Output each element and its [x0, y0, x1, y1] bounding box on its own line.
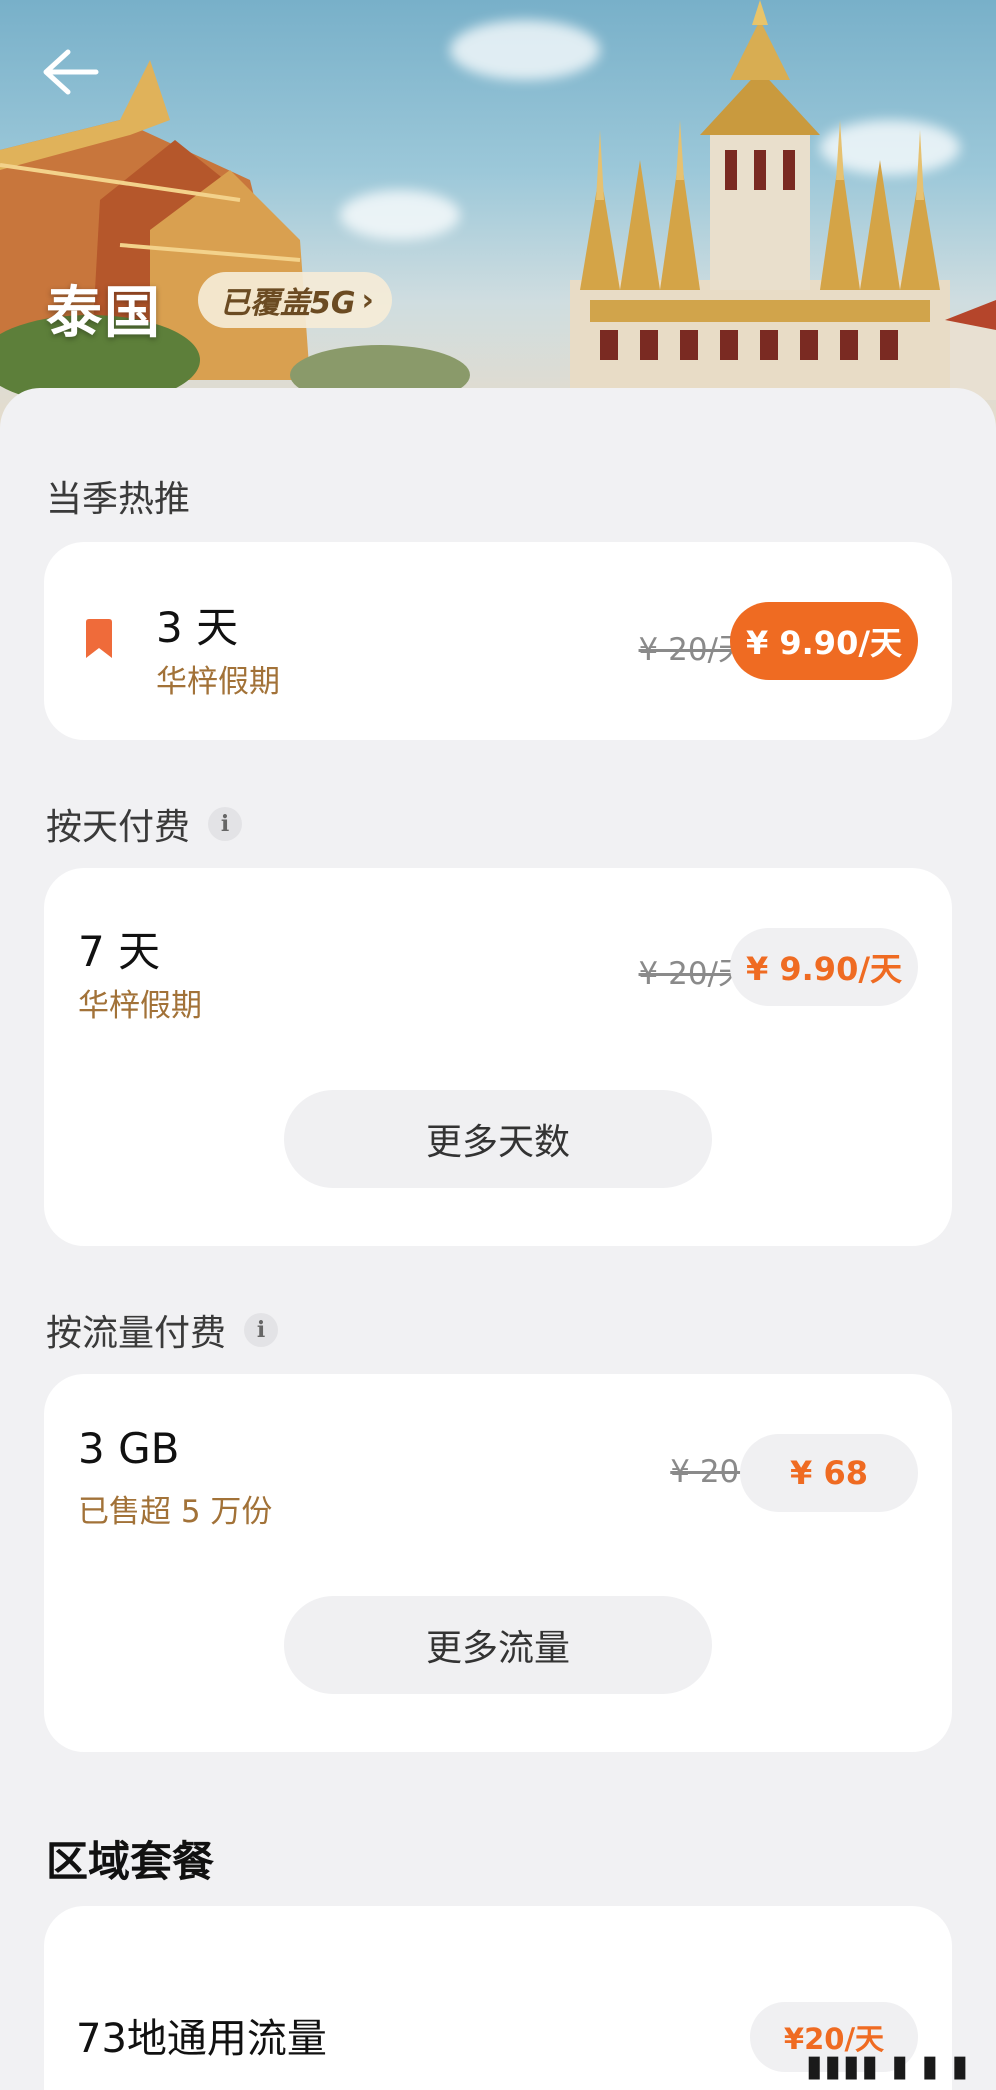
daily-plan-card: 7 天 华梓假期 ¥ 20/天 ¥ 9.90/天 更多天数	[44, 868, 952, 1246]
plan-name: 73地通用流量	[76, 2016, 327, 2062]
buy-price-button[interactable]: ¥ 68	[740, 1434, 918, 1512]
plan-name: 3 GB	[78, 1424, 180, 1473]
section-title-regional: 区域套餐	[46, 1828, 214, 1889]
traffic-plan-card: 3 GB 已售超 5 万份 ¥ 204 ¥ 68 更多流量	[44, 1374, 952, 1752]
section-title-seasonal: 当季热推	[46, 470, 190, 522]
chevron-right-icon: ›	[361, 282, 374, 318]
section-title-daily: 按天付费 i	[46, 798, 243, 850]
seasonal-plan-card[interactable]: 3 天 华梓假期 ¥ 20/天 ¥ 9.90/天	[44, 542, 952, 740]
section-title-label: 区域套餐	[46, 1837, 215, 1886]
back-button[interactable]	[40, 48, 120, 118]
arrow-left-icon	[43, 49, 99, 95]
plan-subtitle: 华梓假期	[78, 988, 202, 1024]
more-traffic-button[interactable]: 更多流量	[284, 1596, 712, 1694]
country-title: 泰国	[46, 281, 162, 346]
plan-subtitle: 华梓假期	[156, 664, 280, 700]
section-title-label: 当季热推	[46, 479, 191, 520]
section-title-label: 按流量付费	[46, 1313, 227, 1354]
main-sheet: 当季热推 3 天 华梓假期 ¥ 20/天 ¥ 9.90/天 按天付费 i 7 天…	[0, 388, 996, 2090]
original-price: ¥ 20/天	[638, 632, 749, 668]
hero-banner: 泰国 已覆盖5G ›	[0, 0, 996, 430]
buy-price-button[interactable]: ¥ 9.90/天	[730, 928, 918, 1006]
original-price: ¥ 20/天	[638, 956, 749, 992]
more-days-button[interactable]: 更多天数	[284, 1090, 712, 1188]
section-title-traffic: 按流量付费 i	[46, 1304, 279, 1356]
original-price: ¥ 204	[670, 1454, 759, 1490]
plan-name: 7 天	[78, 927, 161, 976]
buy-price-button[interactable]: ¥ 9.90/天	[730, 602, 918, 680]
info-icon[interactable]: i	[208, 807, 243, 841]
plan-subtitle: 已售超 5 万份	[78, 1494, 273, 1530]
plan-name: 3 天	[156, 603, 239, 652]
coverage-5g-badge[interactable]: 已覆盖5G ›	[198, 272, 392, 328]
info-icon[interactable]: i	[244, 1313, 279, 1347]
bookmark-icon	[86, 619, 112, 658]
coverage-badge-label: 已覆盖5G	[220, 286, 356, 321]
watermark-glyph: ▮▮▮▮ ▮ ▮ ▮	[805, 2049, 970, 2084]
section-title-label: 按天付费	[46, 807, 191, 848]
temple-illustration	[0, 0, 996, 405]
